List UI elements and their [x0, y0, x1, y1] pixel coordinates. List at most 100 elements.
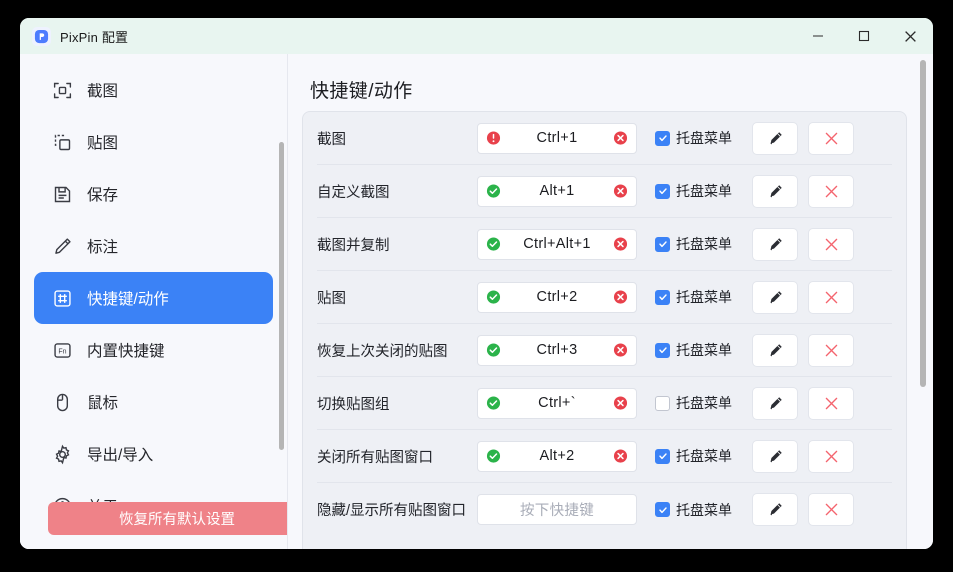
tray-menu-checkbox[interactable]: 托盘菜单: [655, 287, 732, 307]
delete-hotkey-button[interactable]: [808, 281, 854, 314]
main-scrollbar-thumb[interactable]: [920, 60, 926, 387]
tray-menu-label: 托盘菜单: [676, 128, 732, 148]
edit-hotkey-button[interactable]: [752, 228, 798, 261]
tray-menu-checkbox[interactable]: 托盘菜单: [655, 181, 732, 201]
delete-x-icon: [823, 183, 840, 200]
status-ok-icon: [486, 237, 501, 252]
reset-all-defaults-button[interactable]: 恢复所有默认设置: [48, 502, 288, 535]
hotkey-input[interactable]: Ctrl+`: [477, 388, 637, 419]
main-panel: 快捷键/动作 截图 Ctrl+1 托盘菜单 自定义截图 Alt+1 托盘菜单 截…: [288, 54, 933, 549]
action-label: 自定义截图: [317, 181, 477, 202]
tray-menu-label: 托盘菜单: [676, 446, 732, 466]
edit-pencil-icon: [767, 448, 784, 465]
status-ok-icon: [486, 343, 501, 358]
edit-pencil-icon: [767, 236, 784, 253]
edit-pencil-icon: [767, 501, 784, 518]
edit-hotkey-button[interactable]: [752, 493, 798, 526]
mouse-icon: [50, 390, 74, 414]
clear-hotkey-button[interactable]: [613, 290, 628, 305]
tray-menu-checkbox[interactable]: 托盘菜单: [655, 393, 732, 413]
tray-menu-checkbox[interactable]: 托盘菜单: [655, 234, 732, 254]
clear-hotkey-button[interactable]: [613, 343, 628, 358]
hotkey-input[interactable]: Ctrl+2: [477, 282, 637, 313]
status-ok-icon: [486, 449, 501, 464]
hotkey-input[interactable]: Alt+1: [477, 176, 637, 207]
hotkey-input[interactable]: Ctrl+Alt+1: [477, 229, 637, 260]
maximize-icon: [858, 30, 870, 42]
edit-hotkey-button[interactable]: [752, 440, 798, 473]
hotkey-status-icon: [486, 449, 501, 464]
minimize-button[interactable]: [795, 18, 841, 54]
status-error-icon: [486, 131, 501, 146]
checkbox-box: [655, 396, 670, 411]
delete-x-icon: [823, 501, 840, 518]
hotkey-row: 恢复上次关闭的贴图 Ctrl+3 托盘菜单: [317, 324, 892, 377]
hotkey-status-icon: [486, 131, 501, 146]
screen: PixPin 配置: [0, 0, 953, 572]
edit-hotkey-button[interactable]: [752, 387, 798, 420]
edit-pencil-icon: [767, 130, 784, 147]
edit-hotkey-button[interactable]: [752, 175, 798, 208]
sidebar-item-5[interactable]: 快捷键/动作: [34, 272, 273, 324]
tray-menu-label: 托盘菜单: [676, 234, 732, 254]
clear-hotkey-button[interactable]: [613, 184, 628, 199]
checkbox-box: [655, 184, 670, 199]
clear-hotkey-icon: [613, 343, 628, 358]
hotkey-input[interactable]: Ctrl+3: [477, 335, 637, 366]
action-label: 截图并复制: [317, 234, 477, 255]
hotkey-value: Ctrl+Alt+1: [523, 236, 590, 252]
edit-pencil-icon: [767, 289, 784, 306]
delete-hotkey-button[interactable]: [808, 334, 854, 367]
tray-menu-label: 托盘菜单: [676, 500, 732, 520]
clear-hotkey-button[interactable]: [613, 131, 628, 146]
tray-menu-checkbox[interactable]: 托盘菜单: [655, 340, 732, 360]
sidebar-item-8[interactable]: 导出/导入: [34, 428, 273, 480]
delete-hotkey-button[interactable]: [808, 122, 854, 155]
hotkey-input[interactable]: 按下快捷键: [477, 494, 637, 525]
hotkey-row: 隐藏/显示所有贴图窗口 按下快捷键 托盘菜单: [317, 483, 892, 536]
edit-hotkey-button[interactable]: [752, 334, 798, 367]
action-label: 关闭所有贴图窗口: [317, 446, 477, 467]
sidebar-item-3[interactable]: 保存: [34, 168, 273, 220]
hotkey-status-icon: [486, 290, 501, 305]
sidebar-item-6[interactable]: Fn内置快捷键: [34, 324, 273, 376]
hotkey-row: 截图 Ctrl+1 托盘菜单: [317, 112, 892, 165]
action-label: 恢复上次关闭的贴图: [317, 340, 477, 361]
clear-hotkey-button[interactable]: [613, 237, 628, 252]
tray-menu-checkbox[interactable]: 托盘菜单: [655, 500, 732, 520]
action-label: 隐藏/显示所有贴图窗口: [317, 499, 477, 520]
sidebar-item-4[interactable]: 标注: [34, 220, 273, 272]
sidebar-item-1[interactable]: 截图: [34, 64, 273, 116]
hotkey-value: Alt+1: [540, 183, 575, 199]
delete-x-icon: [823, 342, 840, 359]
sidebar-item-2[interactable]: 贴图: [34, 116, 273, 168]
checkbox-box: [655, 449, 670, 464]
edit-hotkey-button[interactable]: [752, 122, 798, 155]
maximize-button[interactable]: [841, 18, 887, 54]
title-bar: PixPin 配置: [20, 18, 933, 54]
hotkey-list-card: 截图 Ctrl+1 托盘菜单 自定义截图 Alt+1 托盘菜单 截图并复制 Ct…: [302, 111, 907, 549]
checkbox-box: [655, 131, 670, 146]
sidebar-scrollbar-thumb[interactable]: [279, 142, 284, 450]
delete-hotkey-button[interactable]: [808, 440, 854, 473]
hotkey-input[interactable]: Alt+2: [477, 441, 637, 472]
delete-hotkey-button[interactable]: [808, 228, 854, 261]
svg-text:Fn: Fn: [58, 348, 66, 355]
clear-hotkey-button[interactable]: [613, 449, 628, 464]
clear-hotkey-button[interactable]: [613, 396, 628, 411]
hotkey-input[interactable]: Ctrl+1: [477, 123, 637, 154]
delete-hotkey-button[interactable]: [808, 493, 854, 526]
tray-menu-checkbox[interactable]: 托盘菜单: [655, 128, 732, 148]
close-button[interactable]: [887, 18, 933, 54]
hotkey-value: 按下快捷键: [520, 499, 594, 520]
edit-hotkey-button[interactable]: [752, 281, 798, 314]
delete-hotkey-button[interactable]: [808, 387, 854, 420]
page-title: 快捷键/动作: [288, 54, 933, 103]
checkbox-box: [655, 502, 670, 517]
sidebar-item-label: 快捷键/动作: [87, 287, 169, 309]
fn-key-icon: Fn: [50, 338, 74, 362]
tray-menu-checkbox[interactable]: 托盘菜单: [655, 446, 732, 466]
delete-hotkey-button[interactable]: [808, 175, 854, 208]
sidebar-item-7[interactable]: 鼠标: [34, 376, 273, 428]
tray-menu-label: 托盘菜单: [676, 181, 732, 201]
